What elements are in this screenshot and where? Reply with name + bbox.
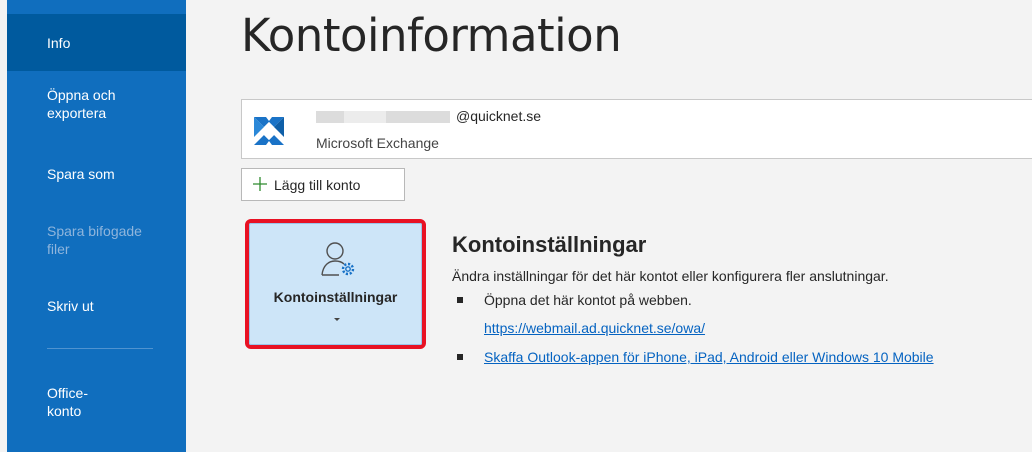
bullet-icon [457, 297, 463, 303]
account-settings-button[interactable]: Kontoinställningar [245, 219, 426, 349]
account-type: Microsoft Exchange [316, 135, 439, 151]
sidebar-item-print[interactable]: Skriv ut [7, 287, 186, 327]
page-title: Kontoinformation [241, 9, 622, 62]
get-outlook-app-link[interactable]: Skaffa Outlook-appen för iPhone, iPad, A… [484, 349, 934, 365]
sidebar-item-label: Skriv ut [47, 298, 94, 314]
redacted-email-username [316, 111, 450, 123]
backstage-sidebar: Info Öppna och exportera Spara som Spara… [7, 0, 186, 452]
sidebar-item-save-as[interactable]: Spara som [7, 155, 186, 195]
sidebar-item-label: Office- konto [47, 385, 88, 419]
plus-icon [253, 177, 267, 191]
person-gear-icon [321, 242, 355, 276]
sidebar-item-office-account[interactable]: Office- konto [7, 378, 186, 434]
sidebar-divider [47, 348, 153, 349]
sidebar-item-label: Spara som [47, 166, 115, 182]
sidebar-item-open-export[interactable]: Öppna och exportera [7, 80, 186, 136]
sidebar-item-info[interactable]: Info [7, 14, 186, 71]
exchange-icon [254, 117, 284, 145]
page-edge [0, 0, 7, 452]
sidebar-item-label: Spara bifogade filer [47, 223, 142, 257]
add-account-label: Lägg till konto [274, 177, 361, 193]
account-settings-label: Kontoinställningar [273, 289, 398, 305]
owa-link[interactable]: https://webmail.ad.quicknet.se/owa/ [484, 320, 705, 336]
sidebar-item-label: Info [47, 35, 71, 51]
account-selector[interactable]: @quicknet.se Microsoft Exchange [241, 99, 1032, 159]
account-email: @quicknet.se [456, 108, 542, 124]
chevron-down-icon [334, 318, 340, 321]
open-on-web-text: Öppna det här kontot på webben. [484, 292, 692, 308]
sidebar-item-label: Öppna och exportera [47, 87, 116, 121]
add-account-button[interactable]: Lägg till konto [241, 168, 405, 201]
bullet-icon [457, 354, 463, 360]
sidebar-item-save-attachments: Spara bifogade filer [7, 216, 186, 272]
section-description: Ändra inställningar för det här kontot e… [452, 268, 889, 284]
section-title: Kontoinställningar [452, 232, 647, 257]
